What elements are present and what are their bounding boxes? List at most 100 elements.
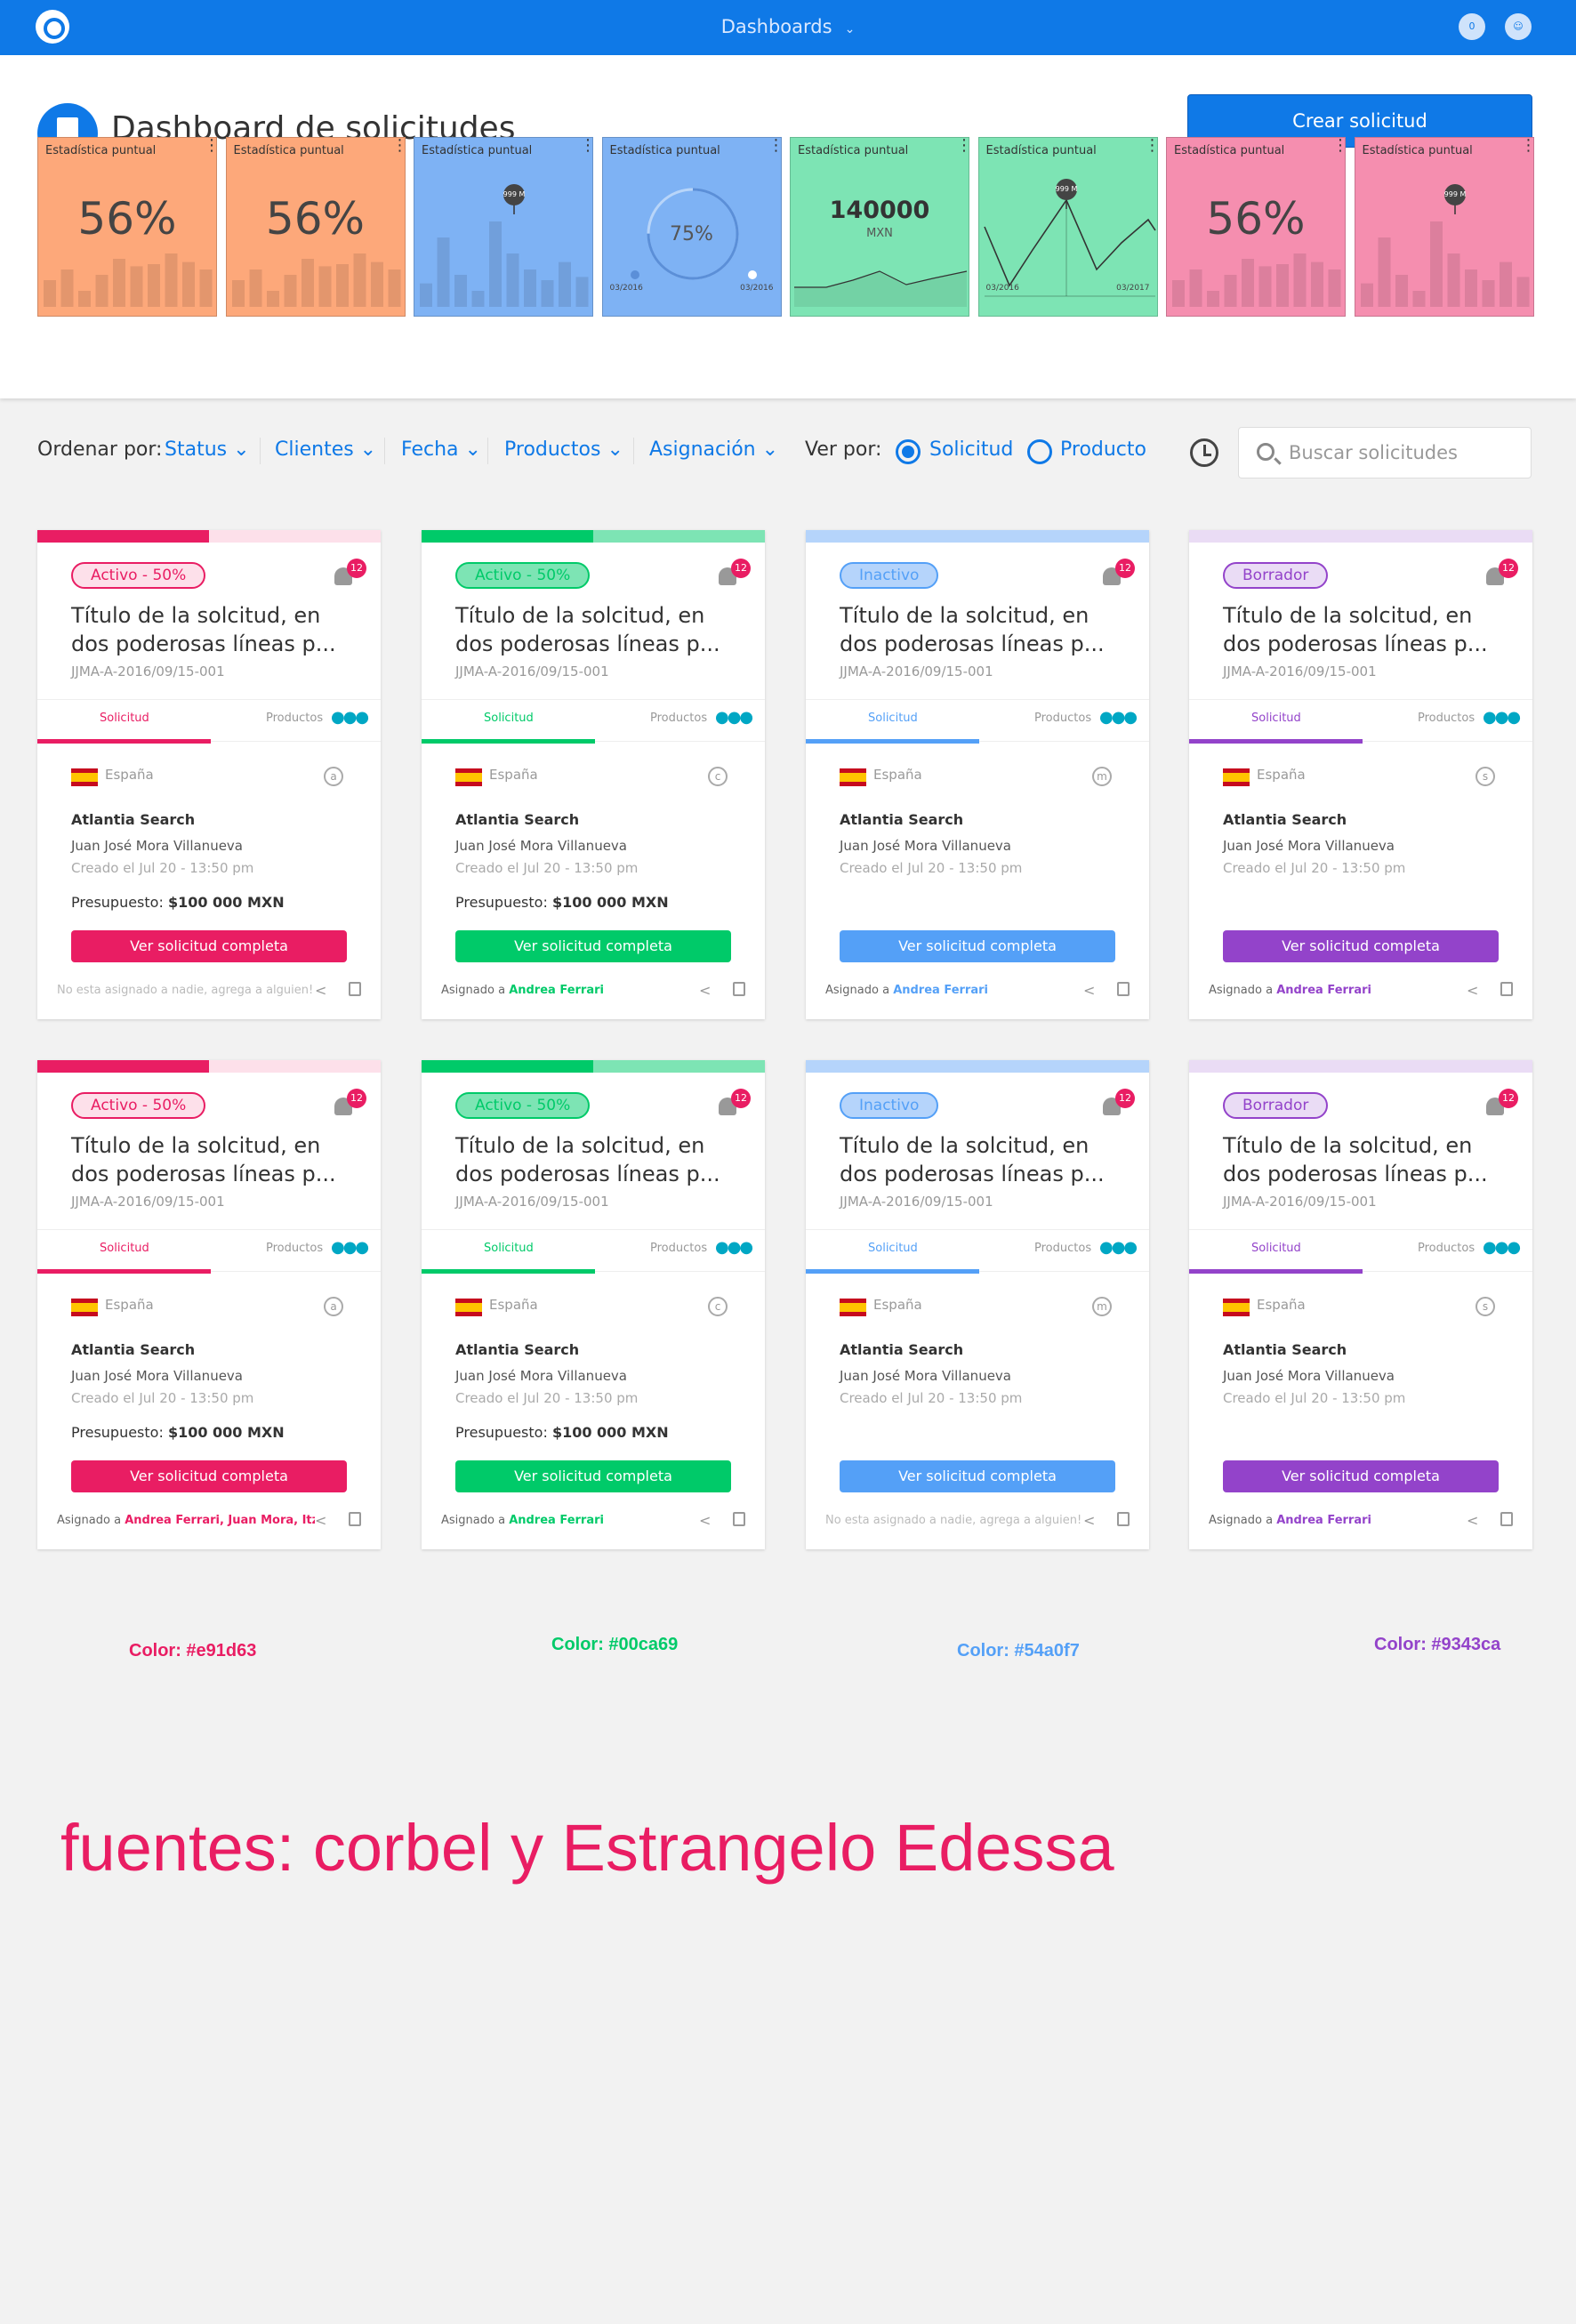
tab-productos[interactable]: Productos — [266, 712, 323, 725]
stat-bar — [60, 269, 74, 307]
copy-icon[interactable] — [733, 982, 745, 996]
stat-bar — [1224, 275, 1237, 307]
sort-date-dropdown[interactable]: Fecha ⌄ — [401, 438, 481, 461]
status-progress-bar — [37, 1060, 381, 1073]
request-card[interactable]: Borrador 12 Título de la solcitud, en dos … — [1189, 530, 1532, 1019]
tab-solicitud[interactable]: Solicitud — [1251, 712, 1301, 725]
request-code: JJMA-A-2016/09/15-001 — [840, 663, 993, 680]
copy-icon[interactable] — [1500, 1512, 1513, 1526]
stat-tile[interactable]: Estadística puntual⋮75%03/201603/2016 — [601, 137, 782, 317]
request-card[interactable]: Activo - 50% 12 Título de la solcitud, en … — [422, 530, 765, 1019]
view-request-button[interactable]: Ver solicitud completa — [1223, 1460, 1499, 1492]
share-icon[interactable]: < — [1083, 982, 1095, 999]
budget-value: $100 000 MXN — [551, 1424, 669, 1441]
request-title[interactable]: Título de la solcitud, en dos poderosas … — [1223, 601, 1508, 658]
copy-icon[interactable] — [349, 1512, 361, 1526]
tab-productos[interactable]: Productos — [650, 712, 707, 725]
tab-solicitud[interactable]: Solicitud — [100, 712, 149, 725]
contact-name: Juan José Mora Villanueva — [455, 838, 627, 854]
stat-tile[interactable]: Estadística puntual⋮999 M — [414, 137, 593, 317]
copy-icon[interactable] — [733, 1512, 745, 1526]
history-clock-icon[interactable] — [1190, 438, 1218, 467]
stat-bar — [113, 259, 125, 307]
share-icon[interactable]: < — [315, 982, 326, 999]
copy-icon[interactable] — [349, 982, 361, 996]
request-title[interactable]: Título de la solcitud, en dos poderosas … — [840, 601, 1124, 658]
stat-tile[interactable]: Estadística puntual⋮999 M03/201603/2017 — [977, 137, 1158, 317]
notification-count: 12 — [347, 559, 366, 578]
view-request-button[interactable]: Ver solicitud completa — [455, 1460, 731, 1492]
user-avatar-icon[interactable]: ☺ — [1505, 13, 1532, 40]
request-title[interactable]: Título de la solcitud, en dos poderosas … — [71, 1131, 356, 1188]
view-request-button[interactable]: Ver solicitud completa — [71, 930, 347, 962]
copy-icon[interactable] — [1117, 1512, 1130, 1526]
request-card[interactable]: Activo - 50% 12 Título de la solcitud, en … — [422, 1060, 765, 1549]
view-request-label[interactable]: Solicitud — [929, 438, 1013, 461]
marker-label: 999 M — [503, 190, 526, 198]
tab-productos[interactable]: Productos — [1418, 712, 1475, 725]
view-request-radio[interactable] — [896, 439, 921, 464]
sort-assignment-dropdown[interactable]: Asignación ⌄ — [649, 438, 778, 461]
stat-tile[interactable]: Estadística puntual⋮56% — [37, 137, 217, 317]
chat-icon[interactable]: 0 — [1459, 13, 1485, 40]
contact-name: Juan José Mora Villanueva — [71, 1368, 243, 1384]
tab-solicitud[interactable]: Solicitud — [868, 1242, 918, 1255]
share-icon[interactable]: < — [1467, 982, 1478, 999]
assignee-link[interactable]: Andrea Ferrari, Juan Mora, Itz... — [125, 1514, 315, 1527]
assignee-link[interactable]: Andrea Ferrari — [1276, 1514, 1371, 1527]
sort-status-dropdown[interactable]: Status ⌄ — [165, 438, 250, 461]
share-icon[interactable]: < — [1083, 1512, 1095, 1529]
sort-products-dropdown[interactable]: Productos ⌄ — [504, 438, 623, 461]
tab-productos[interactable]: Productos — [1418, 1242, 1475, 1255]
copy-icon[interactable] — [1117, 982, 1130, 996]
view-request-button[interactable]: Ver solicitud completa — [840, 1460, 1115, 1492]
stat-tile[interactable]: Estadística puntual⋮140000MXN — [790, 137, 969, 317]
stat-tile[interactable]: Estadística puntual⋮56% — [225, 137, 406, 317]
request-card[interactable]: Activo - 50% 12 Título de la solcitud, en … — [37, 1060, 381, 1549]
tab-productos[interactable]: Productos — [650, 1242, 707, 1255]
unassigned-note[interactable]: No esta asignado a nadie, agrega a algui… — [57, 984, 315, 997]
view-request-button[interactable]: Ver solicitud completa — [1223, 930, 1499, 962]
budget-label: Presupuesto: — [455, 1424, 548, 1441]
request-card[interactable]: Inactivo 12 Título de la solcitud, en dos … — [806, 1060, 1149, 1549]
view-product-label[interactable]: Producto — [1060, 438, 1146, 461]
request-title[interactable]: Título de la solcitud, en dos poderosas … — [455, 1131, 740, 1188]
tab-solicitud[interactable]: Solicitud — [484, 712, 534, 725]
request-title[interactable]: Título de la solcitud, en dos poderosas … — [455, 601, 740, 658]
request-card[interactable]: Borrador 12 Título de la solcitud, en dos … — [1189, 1060, 1532, 1549]
assigned-prefix: Asignado a — [1209, 1514, 1274, 1527]
tab-productos[interactable]: Productos — [1034, 1242, 1091, 1255]
request-card[interactable]: Activo - 50% 12 Título de la solcitud, en … — [37, 530, 381, 1019]
copy-icon[interactable] — [1500, 982, 1513, 996]
status-badge: Activo - 50% — [71, 1092, 206, 1119]
assignee-link[interactable]: Andrea Ferrari — [509, 984, 604, 997]
divider — [384, 438, 385, 464]
request-title[interactable]: Título de la solcitud, en dos poderosas … — [1223, 1131, 1508, 1188]
unassigned-note[interactable]: No esta asignado a nadie, agrega a algui… — [825, 1514, 1083, 1527]
assignee-link[interactable]: Andrea Ferrari — [1276, 984, 1371, 997]
tab-solicitud[interactable]: Solicitud — [1251, 1242, 1301, 1255]
share-icon[interactable]: < — [699, 982, 711, 999]
view-request-button[interactable]: Ver solicitud completa — [455, 930, 731, 962]
stat-tile[interactable]: Estadística puntual⋮999 M — [1354, 137, 1534, 317]
view-request-button[interactable]: Ver solicitud completa — [71, 1460, 347, 1492]
share-icon[interactable]: < — [315, 1512, 326, 1529]
tab-productos[interactable]: Productos — [1034, 712, 1091, 725]
view-product-radio[interactable] — [1027, 439, 1052, 464]
sort-clients-dropdown[interactable]: Clientes ⌄ — [275, 438, 376, 461]
tab-solicitud[interactable]: Solicitud — [484, 1242, 534, 1255]
request-card[interactable]: Inactivo 12 Título de la solcitud, en dos … — [806, 530, 1149, 1019]
stat-tile[interactable]: Estadística puntual⋮56% — [1166, 137, 1346, 317]
share-icon[interactable]: < — [699, 1512, 711, 1529]
assignee-link[interactable]: Andrea Ferrari — [509, 1514, 604, 1527]
tab-productos[interactable]: Productos — [266, 1242, 323, 1255]
request-title[interactable]: Título de la solcitud, en dos poderosas … — [71, 601, 356, 658]
view-request-button[interactable]: Ver solicitud completa — [840, 930, 1115, 962]
assignee-link[interactable]: Andrea Ferrari — [893, 984, 988, 997]
tab-solicitud[interactable]: Solicitud — [868, 712, 918, 725]
search-input[interactable]: Buscar solicitudes — [1238, 427, 1532, 478]
tab-solicitud[interactable]: Solicitud — [100, 1242, 149, 1255]
share-icon[interactable]: < — [1467, 1512, 1478, 1529]
request-title[interactable]: Título de la solcitud, en dos poderosas … — [840, 1131, 1124, 1188]
dashboards-menu[interactable]: Dashboards ⌄ — [0, 16, 1576, 37]
